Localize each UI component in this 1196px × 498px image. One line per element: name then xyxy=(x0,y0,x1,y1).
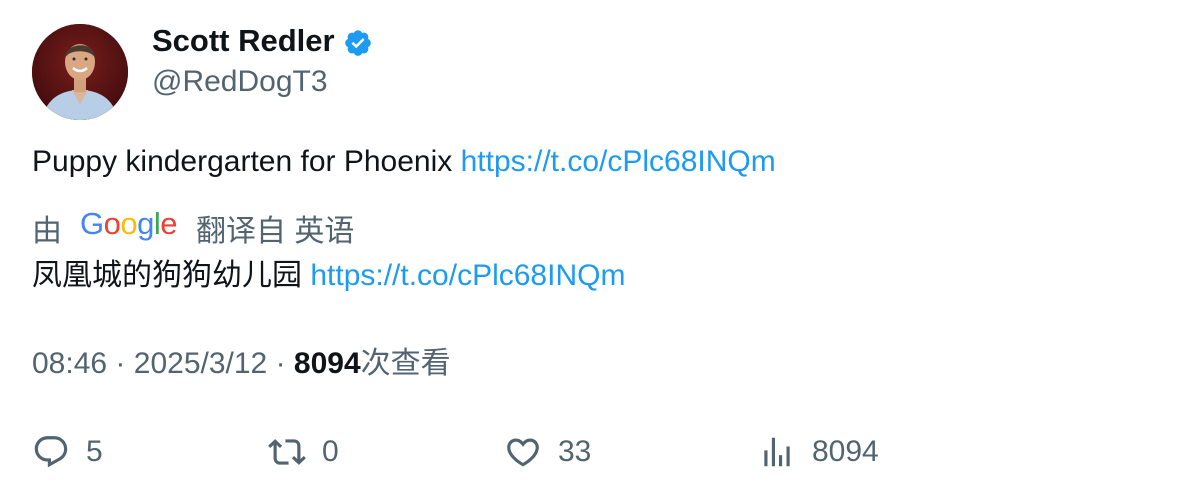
avatar-photo xyxy=(32,24,128,120)
author-name-row: Scott Redler xyxy=(152,22,373,60)
retweet-icon xyxy=(268,439,306,465)
views-action-count: 8094 xyxy=(812,435,879,468)
translated-body: 凤凰城的狗狗幼儿园 xyxy=(32,259,302,292)
reply-count: 5 xyxy=(86,435,103,468)
tweet-meta: 08:46 · 2025/3/12 · 8094次查看 xyxy=(32,344,451,384)
google-logo: Google xyxy=(80,206,178,249)
analytics-icon xyxy=(764,437,790,467)
views-label: 次查看 xyxy=(360,347,451,380)
meta-separator: · xyxy=(275,347,286,380)
avatar[interactable] xyxy=(32,24,128,120)
meta-separator: · xyxy=(115,347,126,380)
author-handle[interactable]: @RedDogT3 xyxy=(152,64,328,100)
translation-attribution: 由 Google 翻译自 英语 xyxy=(32,206,354,250)
translated-link[interactable]: https://t.co/cPlc68INQm xyxy=(310,259,625,292)
reply-icon xyxy=(34,436,68,468)
translated-text: 凤凰城的狗狗幼儿园 https://t.co/cPlc68INQm xyxy=(32,256,625,296)
reply-button[interactable]: 5 xyxy=(32,430,103,474)
like-count: 33 xyxy=(558,435,592,468)
translated-from-label[interactable]: 翻译自 英语 xyxy=(196,206,354,250)
action-bar: 5 0 33 8094 xyxy=(32,430,1182,474)
views-button[interactable]: 8094 xyxy=(758,430,879,474)
heart-icon xyxy=(507,438,539,467)
tweet-body: Puppy kindergarten for Phoenix xyxy=(32,145,453,178)
retweet-count: 0 xyxy=(322,435,339,468)
tweet-link[interactable]: https://t.co/cPlc68INQm xyxy=(461,145,776,178)
views-count: 8094 xyxy=(293,347,361,380)
tweet-text: Puppy kindergarten for Phoenix https://t… xyxy=(32,142,776,182)
like-button[interactable]: 33 xyxy=(504,430,591,474)
retweet-button[interactable]: 0 xyxy=(268,430,339,474)
svg-text:Google: Google xyxy=(80,207,177,241)
translation-by-label: 由 xyxy=(32,215,62,248)
verified-badge-icon[interactable] xyxy=(343,28,373,58)
tweet-time[interactable]: 08:46 xyxy=(32,347,107,380)
tweet-date[interactable]: 2025/3/12 xyxy=(134,347,267,380)
author-name[interactable]: Scott Redler xyxy=(152,22,335,60)
